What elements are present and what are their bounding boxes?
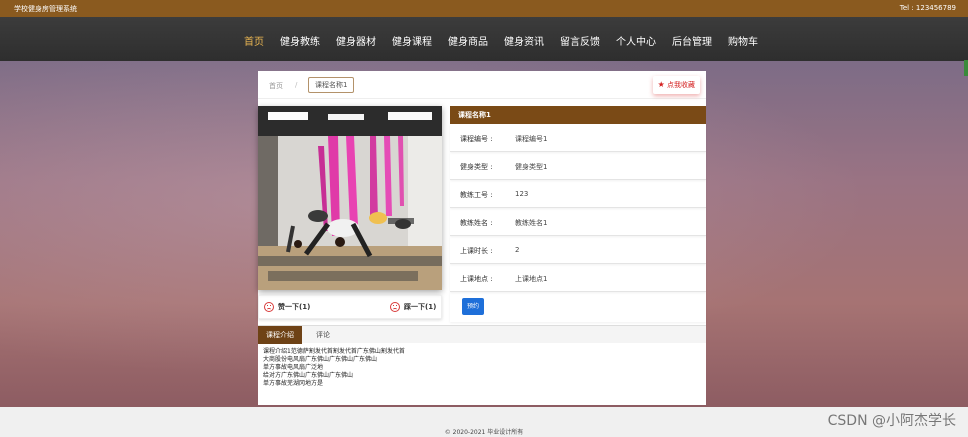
- nav-item-feedback[interactable]: 留言反馈: [560, 33, 600, 48]
- nav-item-coaches[interactable]: 健身教练: [280, 33, 320, 48]
- course-detail-card: 首页 / 课程名称1 ★ 点我收藏 赞一下(1) 踩一下(1) 课程名称1 课程…: [258, 71, 706, 405]
- book-button[interactable]: 预约: [462, 298, 484, 315]
- breadcrumb-home[interactable]: 首页: [269, 81, 283, 91]
- course-intro-text: 课程介绍1范德萨割发代首割发代首广东佛山割发代首 大商股份电风扇广东佛山广东佛山…: [263, 348, 693, 388]
- field-value: 2: [515, 246, 520, 254]
- field-value: 课程编号1: [515, 135, 548, 143]
- course-info-panel: 课程名称1 课程编号 : 课程编号1 健身类型 : 健身类型1 教练工号 : 1…: [450, 106, 706, 322]
- tab-course-intro[interactable]: 课程介绍: [258, 326, 302, 344]
- tab-comments[interactable]: 评论: [308, 326, 338, 344]
- footer: © 2020-2021 毕业设计所有: [0, 407, 968, 437]
- nav-item-cart[interactable]: 购物车: [728, 33, 758, 48]
- intro-line: 单方事故芜湖冈地方是: [263, 380, 324, 387]
- field-label: 课程编号 :: [460, 135, 493, 143]
- field-label: 上课地点 :: [460, 275, 493, 283]
- info-row-coach-id: 教练工号 : 123: [450, 180, 706, 208]
- like-button[interactable]: 赞一下(1): [264, 297, 310, 317]
- info-row-coach-name: 教练姓名 : 教练姓名1: [450, 208, 706, 236]
- intro-line: 大商股份电风扇广东佛山广东佛山广东佛山: [263, 356, 378, 363]
- nav-item-home[interactable]: 首页: [244, 33, 264, 48]
- breadcrumb-separator: /: [295, 81, 298, 89]
- phone-number: Tel : 123456789: [899, 4, 956, 12]
- smile-face-icon: [264, 302, 274, 312]
- field-value: 123: [515, 190, 529, 198]
- nav-item-admin[interactable]: 后台管理: [672, 33, 712, 48]
- breadcrumb-current: 课程名称1: [308, 77, 355, 93]
- field-value: 上课地点1: [515, 275, 548, 283]
- action-row: 预约: [450, 292, 706, 322]
- nav-item-products[interactable]: 健身商品: [448, 33, 488, 48]
- dislike-button[interactable]: 踩一下(1): [390, 297, 436, 317]
- field-label: 教练工号 :: [460, 191, 493, 199]
- dislike-label: 踩一下(1): [404, 303, 437, 311]
- face-icon: [390, 302, 400, 312]
- field-label: 健身类型 :: [460, 163, 493, 171]
- intro-line: 给对方广东佛山广东佛山广东佛山: [263, 372, 354, 379]
- info-row-duration: 上课时长 : 2: [450, 236, 706, 264]
- intro-line: 单方事故电风扇广泛地: [263, 364, 324, 371]
- like-label: 赞一下(1): [278, 303, 311, 311]
- field-value: 教练姓名1: [515, 219, 548, 227]
- favorite-label: 点我收藏: [667, 81, 695, 89]
- top-bar: 学校健身房管理系统 Tel : 123456789: [0, 0, 968, 17]
- field-value: 健身类型1: [515, 163, 548, 171]
- course-title: 课程名称1: [450, 106, 706, 124]
- course-image: [258, 106, 442, 290]
- watermark-text: CSDN @小阿杰学长: [827, 413, 956, 429]
- nav-item-news[interactable]: 健身资讯: [504, 33, 544, 48]
- field-label: 教练姓名 :: [460, 219, 493, 227]
- copyright-text: © 2020-2021 毕业设计所有: [444, 429, 524, 436]
- intro-line: 课程介绍1范德萨割发代首割发代首广东佛山割发代首: [263, 348, 405, 355]
- nav-item-profile[interactable]: 个人中心: [616, 33, 656, 48]
- info-row-location: 上课地点 : 上课地点1: [450, 264, 706, 292]
- breadcrumb: 首页 / 课程名称1 ★ 点我收藏: [258, 71, 706, 99]
- info-row-fitness-type: 健身类型 : 健身类型1: [450, 152, 706, 180]
- main-nav: 首页 健身教练 健身器材 健身课程 健身商品 健身资讯 留言反馈 个人中心 后台…: [0, 17, 968, 61]
- detail-tabs: 课程介绍 评论: [258, 325, 706, 344]
- nav-item-courses[interactable]: 健身课程: [392, 33, 432, 48]
- info-row-course-id: 课程编号 : 课程编号1: [450, 124, 706, 152]
- nav-item-equipment[interactable]: 健身器材: [336, 33, 376, 48]
- star-icon: ★: [657, 80, 665, 89]
- site-name: 学校健身房管理系统: [14, 5, 77, 13]
- side-widget[interactable]: [964, 60, 968, 76]
- field-label: 上课时长 :: [460, 247, 493, 255]
- favorite-button[interactable]: ★ 点我收藏: [652, 76, 700, 94]
